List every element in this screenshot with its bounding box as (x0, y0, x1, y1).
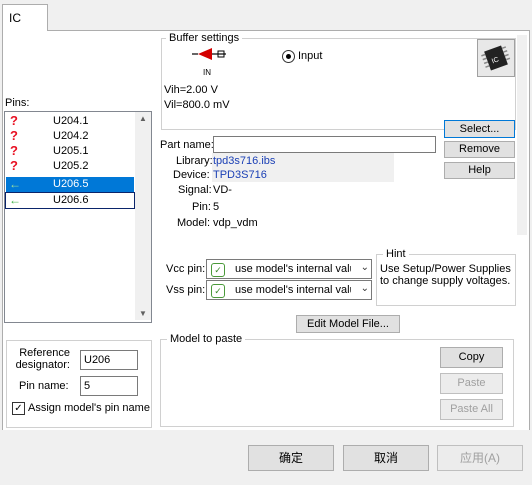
remove-button[interactable]: Remove (444, 141, 515, 158)
signal-label: Signal: (178, 184, 212, 196)
chevron-down-icon: ⌄ (360, 262, 369, 273)
scroll-down-icon[interactable]: ▼ (139, 309, 147, 318)
pin-label: Pin: (192, 201, 211, 213)
question-icon: ? (10, 143, 18, 158)
library-value: tpd3s716.ibs (213, 155, 276, 167)
apply-button[interactable]: 应用(A) (437, 445, 523, 471)
vcc-pin-select[interactable]: ✓ use model's internal valu ⌄ (206, 259, 372, 279)
chevron-down-icon: ⌄ (360, 283, 369, 294)
scroll-up-icon[interactable]: ▲ (139, 114, 147, 123)
model-label: Model: (177, 217, 211, 229)
input-radio-label: Input (298, 50, 323, 62)
model-value: vdp_vdm (213, 217, 258, 229)
buffer-settings-legend: Buffer settings (166, 32, 243, 44)
buffer-settings-group: Buffer settings IN Input Vih=2.00 V Vil=… (161, 32, 516, 130)
vcc-pin-label: Vcc pin: (166, 263, 206, 275)
device-value: TPD3S716 (213, 169, 267, 181)
list-item[interactable]: ? U204.1 (6, 113, 134, 129)
tab-ic[interactable]: IC (2, 4, 48, 31)
check-model-icon: ✓ (211, 263, 225, 277)
pins-list[interactable]: ? U204.1 ? U204.2 ? U205.1 ? U205.2 ← U206.5 … (4, 111, 152, 323)
vih-text: Vih=2.00 V (164, 84, 218, 96)
list-item[interactable]: ? U205.2 (6, 158, 134, 174)
question-icon: ? (10, 158, 18, 173)
tab-label: IC (9, 11, 21, 25)
device-label: Device: (173, 169, 210, 181)
assign-pin-name-label: Assign model's pin name (28, 402, 150, 414)
vss-pin-label: Vss pin: (166, 284, 206, 296)
question-icon: ? (10, 128, 18, 143)
help-button[interactable]: Help (444, 162, 515, 179)
assign-pin-name-checkbox[interactable]: ✓ (12, 402, 25, 415)
pins-scrollbar[interactable]: ▲ ▼ (135, 112, 151, 320)
arrow-left-icon: ← (9, 177, 21, 191)
model-to-paste-legend: Model to paste (167, 333, 246, 345)
pin-name-input[interactable] (80, 376, 138, 396)
right-edge-scrollbar[interactable] (517, 35, 527, 235)
ic-chip-icon: IC (477, 39, 515, 77)
hint-legend: Hint (383, 248, 409, 260)
check-model-icon: ✓ (211, 284, 225, 298)
pin-value: 5 (213, 201, 220, 213)
cancel-button[interactable]: 取消 (343, 445, 429, 471)
paste-button[interactable]: Paste (440, 373, 503, 394)
input-buffer-icon (192, 48, 226, 60)
buffer-icon-caption: IN (203, 68, 211, 77)
reference-designator-label: Reference designator: (15, 347, 70, 371)
list-item[interactable]: ? U205.1 (6, 143, 134, 159)
ok-button[interactable]: 确定 (248, 445, 334, 471)
select-button[interactable]: Select... (444, 120, 515, 138)
pin-name-label: Pin name: (19, 380, 69, 392)
copy-button[interactable]: Copy (440, 347, 503, 368)
library-label: Library: (176, 155, 213, 167)
vss-pin-select[interactable]: ✓ use model's internal valu ⌄ (206, 280, 372, 300)
input-radio[interactable] (282, 50, 295, 63)
list-item[interactable]: ? U204.2 (6, 128, 134, 144)
reference-designator-input[interactable] (80, 350, 138, 370)
hint-group: Hint Use Setup/Power Supplies to change … (376, 248, 516, 306)
signal-value: VD- (213, 184, 232, 196)
vil-text: Vil=800.0 mV (164, 99, 230, 111)
question-icon: ? (10, 113, 18, 128)
arrow-left-icon: ← (9, 193, 21, 207)
paste-all-button[interactable]: Paste All (440, 399, 503, 420)
list-item-selected[interactable]: ← U206.5 (6, 177, 134, 192)
part-name-input[interactable] (213, 136, 436, 153)
part-name-label: Part name: (160, 139, 214, 151)
pins-label: Pins: (5, 97, 30, 109)
hint-text: Use Setup/Power Supplies to change suppl… (380, 263, 511, 287)
list-item[interactable]: ← U206.6 (5, 192, 135, 209)
edit-model-file-button[interactable]: Edit Model File... (296, 315, 400, 333)
